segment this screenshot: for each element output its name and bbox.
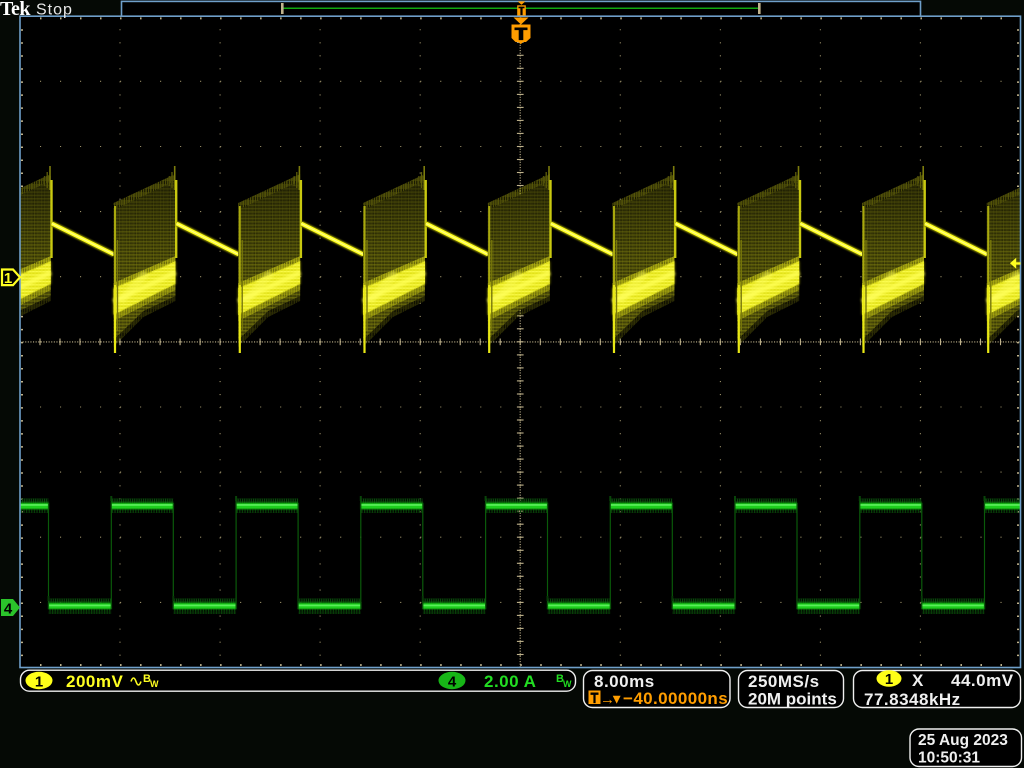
svg-text:Stop: Stop: [36, 2, 73, 19]
svg-text:20M points: 20M points: [748, 690, 837, 709]
svg-text:4: 4: [4, 601, 13, 618]
svg-text:X: X: [912, 671, 924, 690]
svg-text:1: 1: [885, 671, 893, 688]
svg-text:200mV: 200mV: [66, 672, 123, 691]
svg-text:25 Aug 2023: 25 Aug 2023: [918, 732, 1008, 749]
svg-text:44.0mV: 44.0mV: [951, 671, 1014, 690]
svg-text:4: 4: [448, 674, 457, 691]
svg-text:10:50:31: 10:50:31: [918, 750, 980, 767]
svg-text:▼: ▼: [610, 692, 623, 707]
svg-text:−40.00000ns: −40.00000ns: [623, 689, 728, 708]
svg-text:77.8348kHz: 77.8348kHz: [864, 690, 961, 709]
svg-text:250MS/s: 250MS/s: [748, 672, 820, 691]
svg-text:W: W: [150, 679, 159, 689]
svg-text:Tek: Tek: [0, 0, 31, 20]
svg-text:1: 1: [35, 674, 43, 691]
svg-text:1: 1: [4, 270, 12, 287]
svg-text:2.00 A: 2.00 A: [484, 672, 536, 691]
svg-text:W: W: [563, 679, 572, 689]
